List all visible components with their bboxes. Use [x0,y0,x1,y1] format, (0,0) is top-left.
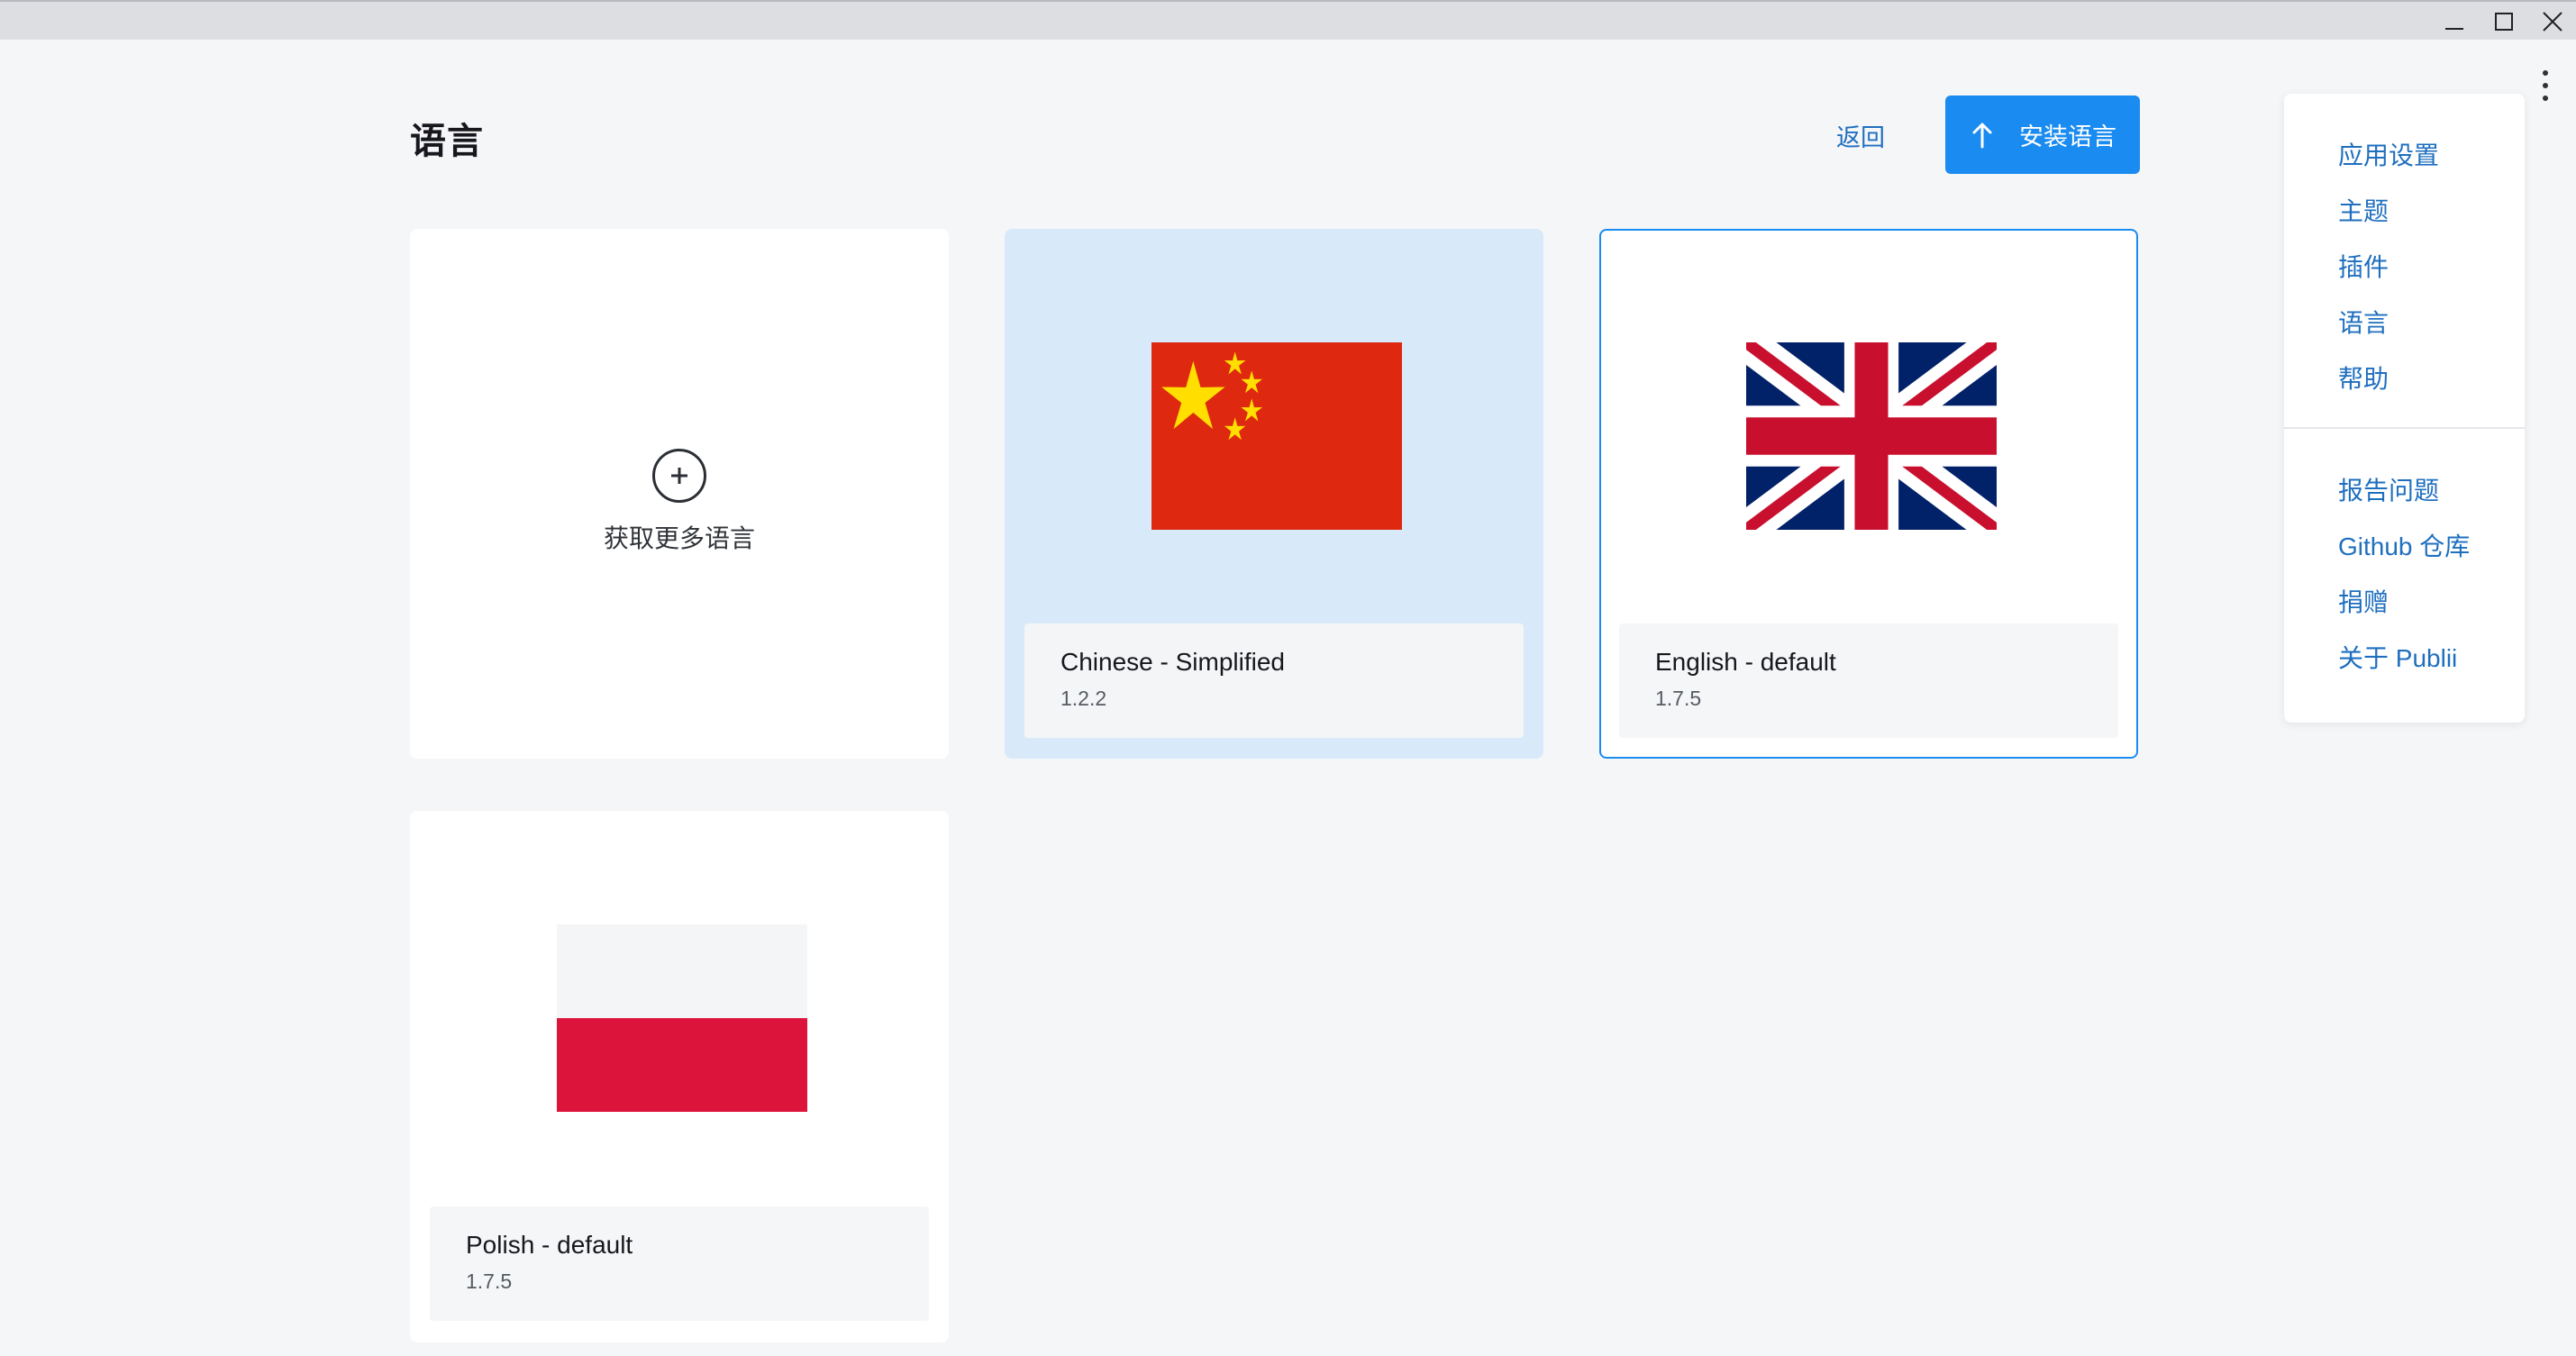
add-circle-icon [652,449,706,503]
language-card-polish[interactable]: Polish - default 1.7.5 [410,811,949,1342]
china-flag-icon [1151,342,1402,530]
page-title: 语言 [410,122,484,161]
menu-divider [2284,427,2525,429]
language-info: Chinese - Simplified 1.2.2 [1024,623,1524,738]
uk-flag-icon [1746,342,1997,530]
poland-flag-icon [557,924,807,1112]
language-card-english[interactable]: English - default 1.7.5 [1599,229,2138,759]
install-language-label: 安装语言 [2019,123,2116,150]
back-link[interactable]: 返回 [1836,118,1885,153]
menu-item-languages[interactable]: 语言 [2338,308,2389,339]
window-titlebar [0,0,2576,40]
menu-item-github-repo[interactable]: Github 仓库 [2338,532,2470,562]
more-options-icon[interactable] [2536,70,2554,101]
maximize-icon [2495,13,2513,31]
close-icon [2543,12,2562,32]
menu-item-themes[interactable]: 主题 [2338,196,2389,227]
language-info: English - default 1.7.5 [1619,623,2118,738]
language-name: Polish - default [466,1231,633,1259]
menu-item-plugins[interactable]: 插件 [2338,252,2389,283]
close-window-button[interactable] [2528,2,2576,41]
get-more-languages-label: 获取更多语言 [603,524,755,552]
language-version: 1.7.5 [466,1270,513,1293]
menu-item-app-settings[interactable]: 应用设置 [2338,141,2439,171]
menu-item-help[interactable]: 帮助 [2338,364,2389,395]
language-info: Polish - default 1.7.5 [430,1206,929,1321]
maximize-window-button[interactable] [2480,2,2528,41]
language-name: Chinese - Simplified [1060,648,1285,676]
language-version: 1.2.2 [1060,687,1107,710]
app-menu: 应用设置 主题 插件 语言 帮助 报告问题 Github 仓库 捐赠 关于 Pu… [2284,94,2525,723]
language-card-chinese[interactable]: Chinese - Simplified 1.2.2 [1005,229,1543,759]
menu-item-report-issue[interactable]: 报告问题 [2338,476,2439,506]
language-version: 1.7.5 [1655,687,1702,710]
upload-arrow-icon [1972,123,1992,148]
minimize-icon [2445,28,2463,30]
menu-item-donate[interactable]: 捐赠 [2338,587,2389,618]
minimize-window-button[interactable] [2430,2,2479,41]
language-name: English - default [1655,648,1836,676]
menu-item-about[interactable]: 关于 Publii [2338,643,2457,674]
get-more-languages-card[interactable] [410,229,949,759]
install-language-button[interactable]: 安装语言 [1945,96,2140,174]
